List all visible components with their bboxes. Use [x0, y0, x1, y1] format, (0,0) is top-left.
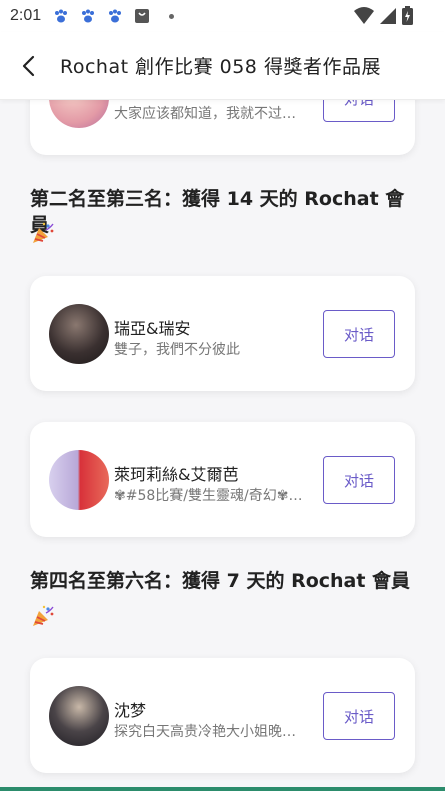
- paw-icon: [53, 8, 69, 24]
- page-title: Rochat 創作比賽 058 得獎者作品展: [60, 56, 381, 78]
- party-popper-icon: [33, 605, 54, 626]
- character-card[interactable]: 瑞亞&瑞安 雙子，我們不分彼此 对话: [30, 276, 415, 391]
- chat-button[interactable]: 对话: [323, 692, 395, 740]
- signal-icon: [380, 7, 396, 24]
- character-card[interactable]: 萊珂莉絲&艾爾芭 ✾#58比賽/雙生靈魂/奇幻✾… 对话: [30, 422, 415, 537]
- wifi-icon: [354, 6, 374, 24]
- card-description: ✾#58比賽/雙生靈魂/奇幻✾…: [114, 488, 303, 504]
- status-right: [354, 6, 413, 25]
- status-bar: 2:01: [0, 0, 445, 32]
- character-card[interactable]: 大家应该都知道，我就不过… 对话: [30, 100, 415, 155]
- paw-icon: [107, 8, 123, 24]
- card-description: 雙子，我們不分彼此: [114, 342, 240, 358]
- back-button[interactable]: [0, 32, 56, 100]
- chat-button[interactable]: 对话: [323, 100, 395, 122]
- card-description: 探究白天高贵冷艳大小姐晚…: [114, 724, 296, 740]
- avatar: [49, 100, 109, 128]
- chevron-left-icon: [22, 55, 35, 76]
- shopping-bag-icon: [134, 8, 150, 24]
- card-name: 沈梦: [114, 701, 147, 720]
- section-title: 第四名至第六名：獲得 7 天的 Rochat 會員: [30, 570, 411, 592]
- card-name: 萊珂莉絲&艾爾芭: [114, 465, 239, 484]
- character-card[interactable]: 沈梦 探究白天高贵冷艳大小姐晚… 对话: [30, 658, 415, 773]
- chat-button[interactable]: 对话: [323, 310, 395, 358]
- avatar: [49, 304, 109, 364]
- content-scroll[interactable]: 大家应该都知道，我就不过… 对话 第二名至第三名：獲得 14 天的 Rochat…: [0, 100, 445, 791]
- party-popper-icon: [33, 222, 54, 243]
- dot-icon: [169, 13, 175, 19]
- paw-icon: [80, 8, 96, 24]
- battery-icon: [402, 6, 413, 25]
- avatar: [49, 686, 109, 746]
- avatar: [49, 450, 109, 510]
- bottom-edge: [0, 787, 445, 791]
- status-time: 2:01: [10, 7, 42, 24]
- card-description: 大家应该都知道，我就不过…: [114, 106, 296, 122]
- app-bar: Rochat 創作比賽 058 得獎者作品展: [0, 32, 445, 100]
- chat-button[interactable]: 对话: [323, 456, 395, 504]
- section-title: 第二名至第三名：獲得 14 天的 Rochat 會員: [30, 188, 405, 236]
- card-name: 瑞亞&瑞安: [114, 319, 191, 338]
